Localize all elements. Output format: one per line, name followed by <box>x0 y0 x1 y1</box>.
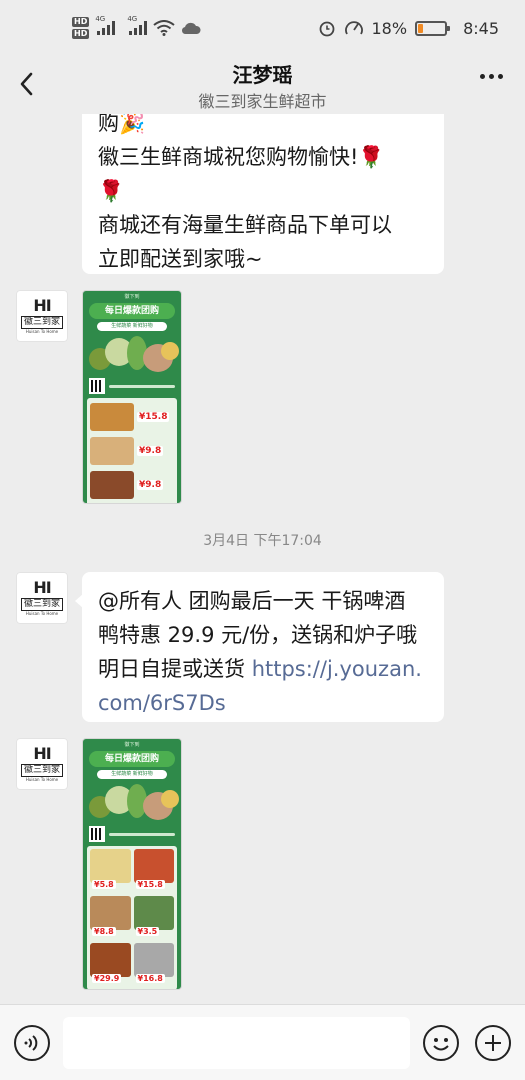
battery-percent: 18% <box>371 18 408 38</box>
chat-input-bar <box>0 1004 525 1080</box>
cloud-icon <box>182 22 201 35</box>
poster-product: ¥29.9 <box>90 943 131 987</box>
message-link[interactable]: https://j.youzan. <box>252 657 422 681</box>
avatar[interactable]: HI 徽三到家 Huisan To Home <box>16 572 68 624</box>
price-label: ¥16.8 <box>135 974 165 983</box>
plus-icon[interactable] <box>475 1025 511 1061</box>
poster-banner: 每日爆款团购 <box>89 303 175 319</box>
poster-product: ¥15.8 <box>133 849 174 893</box>
poster-product: ¥3.5 <box>133 896 174 940</box>
more-dots-icon[interactable] <box>480 74 503 79</box>
message-link[interactable]: com/6rS7Ds <box>98 691 226 715</box>
chat-title: 汪梦瑶 <box>232 63 293 87</box>
logo-text: 徽三到家 <box>20 598 63 611</box>
logo-mark: HI <box>33 578 51 597</box>
alarm-icon <box>319 21 334 37</box>
message-bubble[interactable]: 购🎉 徽三生鲜商城祝您购物愉快!🌹 🌹 商城还有海量生鲜商品下单可以 立即配送到… <box>82 114 444 274</box>
emoji-icon[interactable] <box>423 1025 459 1061</box>
poster-qr-row <box>89 378 175 394</box>
speed-icon <box>344 21 363 35</box>
poster-product: ¥8.8 <box>90 896 131 940</box>
poster-qr-row <box>89 826 175 842</box>
price-label: ¥9.8 <box>137 479 164 490</box>
hd-indicator: HD HD <box>72 17 90 39</box>
message-input[interactable] <box>63 1017 410 1069</box>
price-label: ¥15.8 <box>135 880 165 889</box>
price-label: ¥9.8 <box>137 445 164 456</box>
chat-header: 汪梦瑶 徽三到家生鲜超市 <box>0 56 525 114</box>
network-type-2: 4G <box>127 15 138 23</box>
message-line: com/6rS7Ds <box>98 686 428 720</box>
poster-product: ¥15.8 <box>90 401 174 432</box>
chat-subtitle: 徽三到家生鲜超市 <box>198 92 327 111</box>
poster-product: ¥16.8 <box>133 943 174 987</box>
avatar[interactable]: HI 徽三到家 Huisan To Home <box>16 290 68 342</box>
message-line: 购🎉 <box>98 114 146 135</box>
avatar[interactable]: HI 徽三到家 Huisan To Home <box>16 738 68 790</box>
poster-banner: 每日爆款团购 <box>89 751 175 767</box>
logo-text: 徽三到家 <box>20 316 63 329</box>
price-label: ¥29.9 <box>92 974 122 983</box>
poster-sub: 生鲜蔬菜 新鲜好物 <box>97 770 167 779</box>
voice-icon[interactable] <box>14 1025 50 1061</box>
message-timestamp: 3月4日 下午17:04 <box>203 533 322 549</box>
poster-product-list: ¥15.8 ¥9.8 ¥9.8 <box>87 398 177 503</box>
message-line: 🌹 <box>98 179 125 203</box>
qr-code-image <box>89 826 105 842</box>
message-line: 徽三生鲜商城祝您购物愉快!🌹 <box>98 145 385 169</box>
poster-sub: 生鲜蔬菜 新鲜好物 <box>97 322 167 331</box>
poster-product-grid: ¥5.8 ¥15.8 ¥8.8 ¥3.5 ¥29.9 ¥16.8 <box>87 846 177 989</box>
status-left: HD HD 4G 4G <box>72 15 201 39</box>
message-line: 立即配送到家哦~ <box>98 247 263 271</box>
logo-en: Huisan To Home <box>25 611 59 616</box>
logo-en: Huisan To Home <box>25 329 59 334</box>
qr-code-image <box>89 378 105 394</box>
poster-product: ¥5.8 <box>90 849 131 893</box>
price-label: ¥5.8 <box>92 880 116 889</box>
message-line: 鸭特惠 29.9 元/份，送锅和炉子哦 <box>98 623 418 647</box>
signal-icon-2: 4G <box>127 15 148 35</box>
poster-vegetables-image <box>87 334 179 374</box>
message-line: @所有人 团购最后一天 干锅啤酒 <box>98 589 406 613</box>
status-bar: HD HD 4G 4G 18% 8:45 <box>0 0 525 56</box>
poster-vegetables-image <box>87 782 179 822</box>
logo-mark: HI <box>33 296 51 315</box>
battery-level-fill <box>418 23 424 33</box>
message-bubble[interactable]: @所有人 团购最后一天 干锅啤酒 鸭特惠 29.9 元/份，送锅和炉子哦 明日自… <box>75 572 444 722</box>
clock: 8:45 <box>463 18 499 38</box>
promo-poster-image[interactable]: 徽下到 每日爆款团购 生鲜蔬菜 新鲜好物 ¥15.8 ¥9.8 ¥9.8 <box>82 290 182 504</box>
logo-en: Huisan To Home <box>25 777 59 782</box>
price-label: ¥3.5 <box>135 927 160 936</box>
hd-label-2: HD <box>72 29 90 39</box>
network-type-1: 4G <box>95 15 106 23</box>
status-right: 18% 8:45 <box>318 18 499 38</box>
hd-label-1: HD <box>72 17 90 27</box>
message-text: 明日自提或送货 <box>98 657 252 681</box>
wifi-icon <box>153 20 175 36</box>
poster-top: 徽下到 <box>124 294 140 300</box>
poster-product: ¥9.8 <box>90 435 174 466</box>
poster-top: 徽下到 <box>124 742 140 748</box>
price-label: ¥15.8 <box>137 411 170 422</box>
message-list[interactable]: 购🎉 徽三生鲜商城祝您购物愉快!🌹 🌹 商城还有海量生鲜商品下单可以 立即配送到… <box>0 114 525 1004</box>
message-line: 商城还有海量生鲜商品下单可以 <box>98 213 392 237</box>
poster-product: ¥9.8 <box>90 469 174 500</box>
price-label: ¥8.8 <box>92 927 116 936</box>
battery-icon <box>415 20 451 36</box>
message-line: 明日自提或送货 https://j.youzan. <box>98 652 428 686</box>
logo-text: 徽三到家 <box>20 764 63 777</box>
promo-poster-image[interactable]: 徽下到 每日爆款团购 生鲜蔬菜 新鲜好物 ¥5.8 ¥15.8 ¥8.8 ¥3.… <box>82 738 182 990</box>
logo-mark: HI <box>33 744 51 763</box>
signal-icon-1: 4G <box>95 15 116 35</box>
